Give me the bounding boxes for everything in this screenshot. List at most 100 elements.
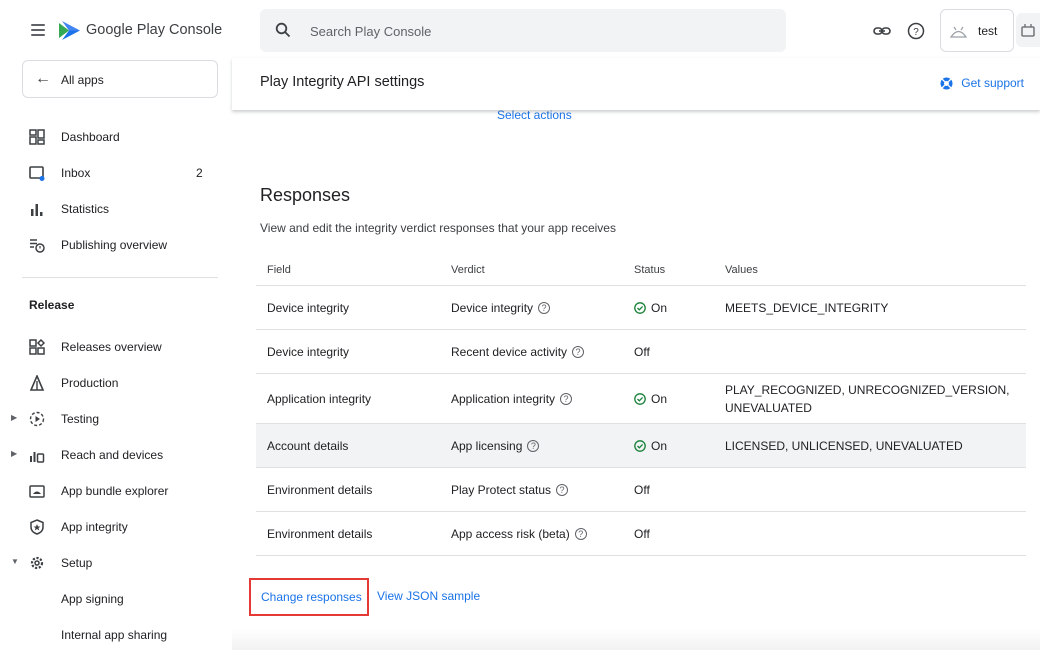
sidebar-item-label: App bundle explorer	[61, 484, 169, 498]
publishing-overview-icon	[30, 239, 45, 253]
sidebar-item-production[interactable]: Production	[0, 366, 232, 400]
collapse-caret-icon[interactable]: ▼	[11, 557, 19, 566]
sidebar-item-app-integrity[interactable]: App integrity	[0, 510, 232, 544]
cell-field: Device integrity	[267, 345, 350, 359]
cell-field: Device integrity	[267, 301, 350, 315]
cell-values: PLAY_RECOGNIZED, UNRECOGNIZED_VERSION, UN…	[725, 383, 1010, 415]
responses-description: View and edit the integrity verdict resp…	[260, 221, 616, 235]
sidebar-item-label: Reach and devices	[61, 448, 164, 462]
verdict-label: Play Protect status	[451, 483, 552, 497]
status-label: On	[651, 439, 668, 453]
cell-status: On	[634, 392, 667, 406]
dashboard-icon	[29, 129, 45, 145]
help-icon[interactable]: ?	[560, 393, 573, 405]
sidebar: Google Play Console ← All apps Dashboard…	[0, 0, 232, 650]
cell-verdict: Play Protect status?	[451, 483, 569, 497]
responses-title: Responses	[260, 185, 351, 205]
scroll-shadow	[232, 628, 1040, 650]
app-integrity-icon	[30, 519, 44, 535]
cell-verdict: App licensing?	[451, 439, 540, 453]
get-support-label: Get support	[961, 76, 1024, 90]
check-circle-icon	[634, 302, 646, 314]
sidebar-item-label: Dashboard	[61, 130, 120, 144]
bundle-explorer-icon	[29, 485, 45, 498]
help-icon[interactable]: ?	[556, 484, 569, 496]
sidebar-item-app-signing[interactable]: App signing	[0, 582, 232, 616]
expand-caret-icon[interactable]: ▶	[11, 449, 17, 458]
table-row: Device integrity Device integrity? On ME…	[256, 286, 1026, 330]
status-label: On	[651, 392, 668, 406]
status-label: On	[651, 301, 668, 315]
inbox-count-badge: 2	[196, 166, 203, 180]
android-app-icon	[950, 26, 967, 38]
table-header-row: Field Verdict Status Values	[256, 254, 1026, 286]
cell-verdict: Application integrity?	[451, 392, 573, 406]
search-placeholder: Search Play Console	[310, 24, 432, 39]
sidebar-item-statistics[interactable]: Statistics	[0, 192, 232, 226]
cell-status: On	[634, 301, 667, 315]
help-icon[interactable]: ?	[527, 440, 540, 452]
brand-name: Google Play Console	[86, 22, 223, 38]
app-switcher-button[interactable]	[1016, 13, 1040, 47]
table-row: Environment details Play Protect status?…	[256, 468, 1026, 512]
table-row-highlighted: Account details App licensing? On LICENS…	[256, 424, 1026, 468]
all-apps-button[interactable]: ← All apps	[22, 60, 218, 98]
check-circle-icon	[634, 440, 646, 452]
values-line: PLAY_RECOGNIZED, UNRECOGNIZED_VERSION,	[725, 383, 1010, 397]
expand-caret-icon[interactable]: ▶	[11, 413, 17, 422]
releases-overview-icon	[29, 339, 45, 355]
get-support-link[interactable]: Get support	[940, 76, 1024, 90]
sidebar-item-dashboard[interactable]: Dashboard	[0, 120, 232, 154]
column-header-field: Field	[267, 264, 291, 276]
sidebar-item-publishing-overview[interactable]: Publishing overview	[0, 228, 232, 262]
account-switcher[interactable]: test	[940, 9, 1014, 52]
change-responses-button[interactable]: Change responses	[249, 578, 369, 616]
back-arrow-icon: ←	[35, 70, 51, 87]
cell-status: Off	[634, 527, 650, 541]
sidebar-item-releases-overview[interactable]: Releases overview	[0, 330, 232, 364]
view-json-sample-link[interactable]: View JSON sample	[377, 589, 480, 603]
values-line: UNEVALUATED	[725, 401, 812, 415]
play-console-logo	[59, 21, 80, 40]
help-icon[interactable]: ?	[574, 528, 587, 540]
sidebar-divider	[22, 277, 218, 278]
verdict-label: Device integrity	[451, 301, 534, 315]
sidebar-item-inbox[interactable]: Inbox 2	[0, 156, 232, 190]
sidebar-item-label: Internal app sharing	[61, 628, 168, 642]
help-icon[interactable]: ?	[538, 302, 551, 314]
support-lifebuoy-icon	[940, 77, 953, 89]
reach-devices-icon	[30, 452, 45, 463]
sidebar-item-label: Publishing overview	[61, 238, 168, 252]
verdict-label: App licensing	[451, 439, 523, 453]
cell-status: On	[634, 439, 667, 453]
cell-status: Off	[634, 483, 650, 497]
link-icon[interactable]	[873, 22, 891, 40]
responses-table: Field Verdict Status Values Device integ…	[256, 254, 1026, 556]
sidebar-item-testing[interactable]: ▶ Testing	[0, 402, 232, 436]
select-actions-link[interactable]: Select actions	[497, 108, 572, 122]
sidebar-item-label: App integrity	[61, 520, 128, 534]
statistics-icon	[31, 204, 43, 216]
cell-field: Application integrity	[267, 392, 372, 406]
sidebar-item-label: Production	[61, 376, 119, 390]
menu-icon[interactable]	[31, 24, 45, 36]
verdict-label: Application integrity	[451, 392, 556, 406]
page-title: Play Integrity API settings	[260, 74, 425, 90]
help-icon[interactable]: ?	[572, 346, 585, 358]
setup-gear-icon	[30, 556, 44, 570]
cell-values: MEETS_DEVICE_INTEGRITY	[725, 301, 889, 315]
sidebar-item-label: Inbox	[61, 166, 91, 180]
cell-verdict: Recent device activity?	[451, 345, 585, 359]
table-row: Environment details App access risk (bet…	[256, 512, 1026, 556]
sidebar-item-label: Releases overview	[61, 340, 162, 354]
search-icon	[275, 22, 291, 38]
sidebar-item-setup[interactable]: ▼ Setup	[0, 546, 232, 580]
account-name: test	[978, 24, 998, 38]
help-icon[interactable]: ?	[907, 22, 925, 40]
cell-values: LICENSED, UNLICENSED, UNEVALUATED	[725, 439, 963, 453]
search-input[interactable]: Search Play Console	[260, 9, 786, 52]
sidebar-item-app-bundle-explorer[interactable]: App bundle explorer	[0, 474, 232, 508]
sidebar-item-reach-and-devices[interactable]: ▶ Reach and devices	[0, 438, 232, 472]
sidebar-item-label: App signing	[61, 592, 124, 606]
sidebar-item-internal-app-sharing[interactable]: Internal app sharing	[0, 618, 232, 650]
